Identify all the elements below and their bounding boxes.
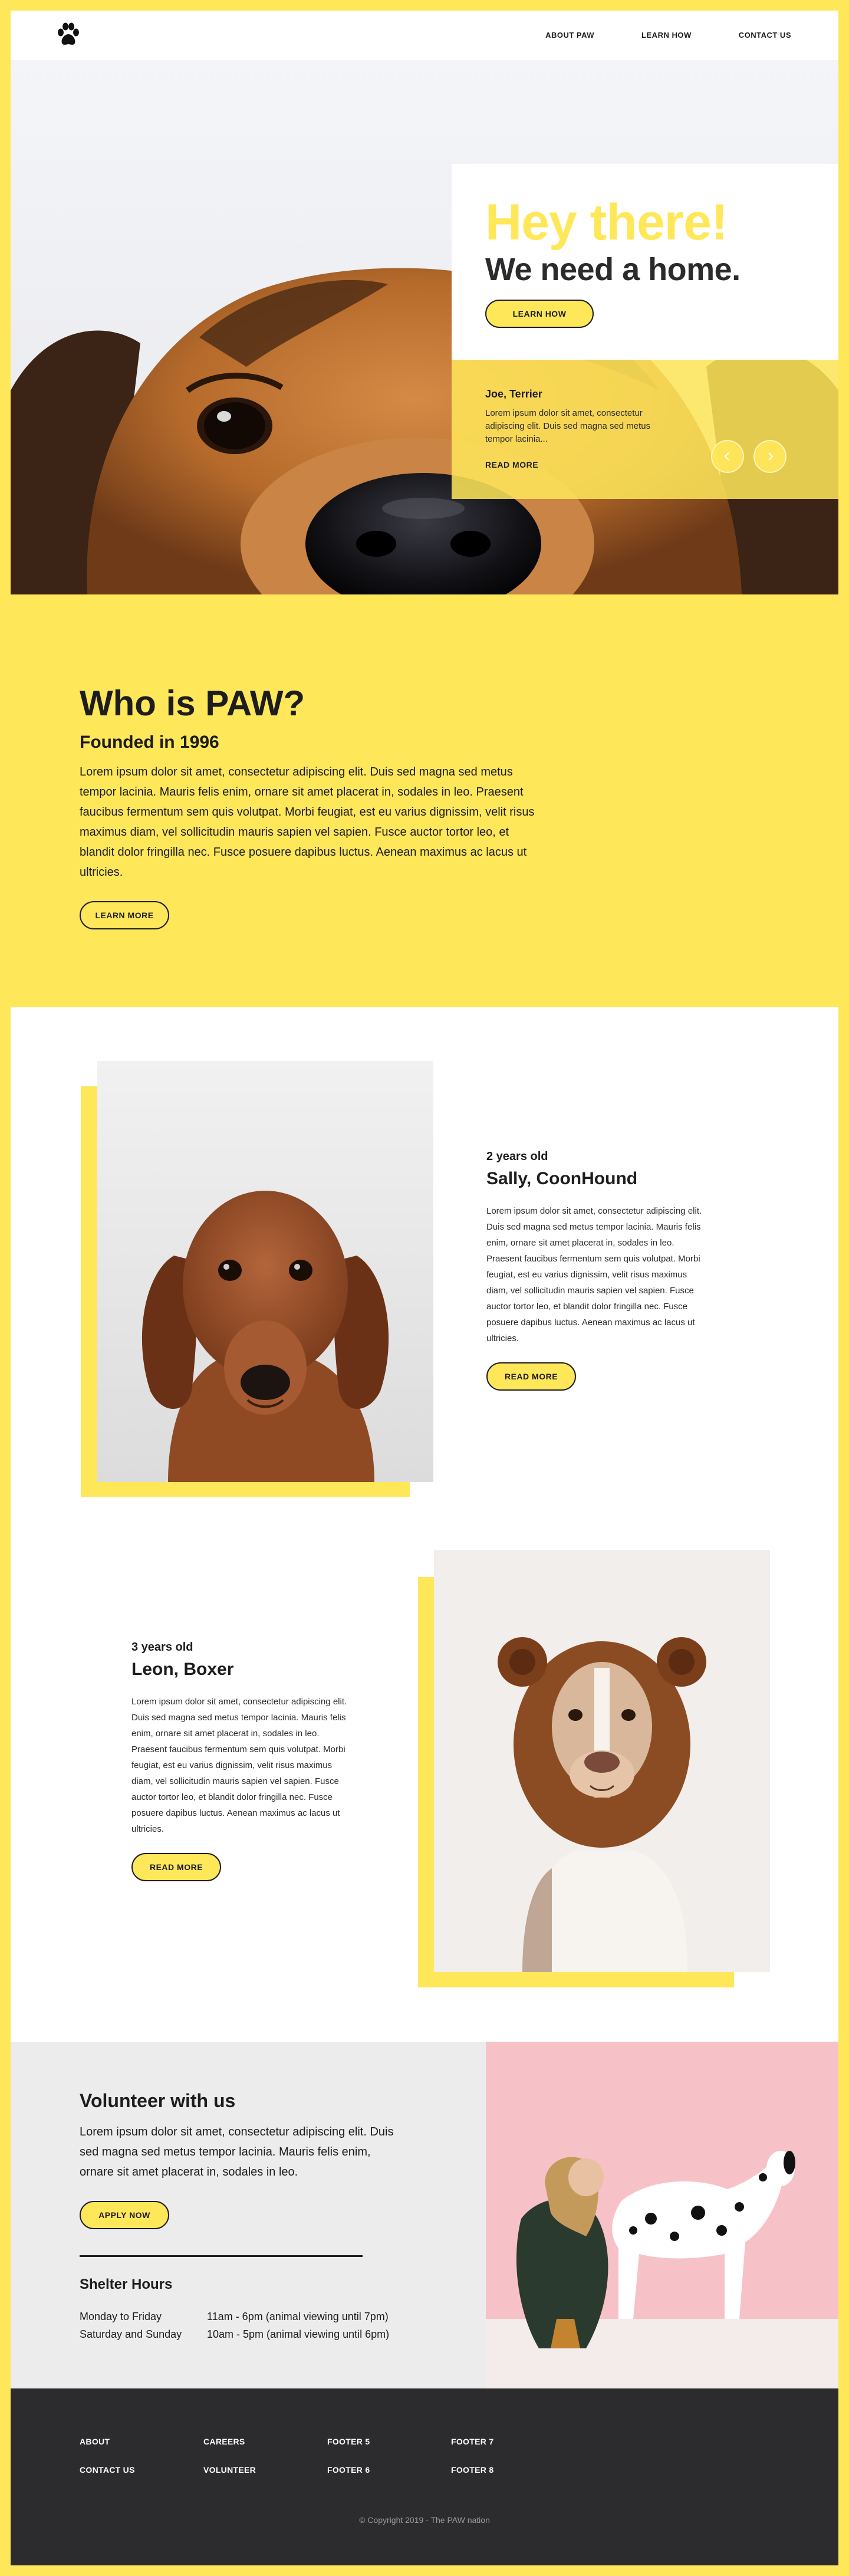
hours-day: Saturday and Sunday bbox=[80, 2328, 182, 2340]
nav-link-about[interactable]: ABOUT PAW bbox=[545, 31, 594, 40]
footer: ABOUT CAREERS FOOTER 5 FOOTER 7 CONTACT … bbox=[11, 2388, 838, 2565]
testimonial-card: Joe, Terrier Lorem ipsum dolor sit amet,… bbox=[452, 360, 838, 499]
top-nav: ABOUT PAW LEARN HOW CONTACT US bbox=[11, 11, 838, 60]
volunteer-photo bbox=[486, 2042, 838, 2388]
paw-icon[interactable] bbox=[57, 22, 80, 47]
learn-how-button[interactable]: LEARN HOW bbox=[485, 300, 594, 328]
footer-link-6[interactable]: FOOTER 6 bbox=[327, 2465, 370, 2475]
read-more-link[interactable]: READ MORE bbox=[485, 460, 538, 469]
hours-time: 11am - 6pm (animal viewing until 7pm) bbox=[207, 2311, 389, 2322]
volunteer-section: Volunteer with us Lorem ipsum dolor sit … bbox=[11, 2042, 838, 2388]
hours-row: Monday to Friday 11am - 6pm (animal view… bbox=[80, 2311, 389, 2323]
volunteer-text: Lorem ipsum dolor sit amet, consectetur … bbox=[80, 2125, 394, 2179]
read-more-button[interactable]: READ MORE bbox=[486, 1362, 576, 1391]
about-section: Who is PAW? Founded in 1996 Lorem ipsum … bbox=[11, 594, 838, 1007]
nav-links: ABOUT PAW LEARN HOW CONTACT US bbox=[545, 31, 791, 40]
sally-photo bbox=[97, 1061, 433, 1482]
dog-description: Lorem ipsum dolor sit amet, consectetur … bbox=[486, 1206, 702, 1343]
testimonial-name: Joe, Terrier bbox=[485, 388, 542, 400]
hours-time: 10am - 5pm (animal viewing until 6pm) bbox=[207, 2328, 390, 2340]
footer-link-5[interactable]: FOOTER 5 bbox=[327, 2437, 370, 2446]
learn-more-button[interactable]: LEARN MORE bbox=[80, 901, 169, 929]
read-more-button[interactable]: READ MORE bbox=[131, 1853, 221, 1881]
dog-age: 3 years old bbox=[131, 1641, 193, 1654]
apply-now-button[interactable]: APPLY NOW bbox=[80, 2201, 169, 2229]
divider bbox=[80, 2255, 363, 2257]
chevron-right-icon bbox=[768, 452, 774, 461]
hero-card: Hey there! We need a home. LEARN HOW bbox=[452, 164, 838, 360]
about-title: Who is PAW? bbox=[80, 684, 305, 723]
hours-day: Monday to Friday bbox=[80, 2311, 162, 2322]
nav-link-learn-how[interactable]: LEARN HOW bbox=[641, 31, 692, 40]
hours-row: Saturday and Sunday 10am - 5pm (animal v… bbox=[80, 2328, 389, 2341]
dogs-section: 2 years old Sally, CoonHound Lorem ipsum… bbox=[11, 1007, 838, 2042]
volunteer-title: Volunteer with us bbox=[80, 2090, 236, 2111]
leon-photo bbox=[434, 1550, 770, 1972]
about-subtitle: Founded in 1996 bbox=[80, 732, 219, 752]
footer-link-volunteer[interactable]: VOLUNTEER bbox=[203, 2465, 256, 2475]
footer-link-about[interactable]: ABOUT bbox=[80, 2437, 110, 2446]
chevron-left-icon bbox=[724, 452, 729, 461]
carousel-prev-button[interactable] bbox=[711, 440, 744, 473]
hero-section: Hey there! We need a home. LEARN HOW Joe… bbox=[11, 60, 838, 594]
testimonial-text: Lorem ipsum dolor sit amet, consectetur … bbox=[485, 408, 651, 444]
dog-name: Leon, Boxer bbox=[131, 1660, 234, 1679]
shelter-hours-title: Shelter Hours bbox=[80, 2276, 173, 2292]
dog-age: 2 years old bbox=[486, 1150, 548, 1163]
carousel-next-button[interactable] bbox=[753, 440, 787, 473]
dog-description: Lorem ipsum dolor sit amet, consectetur … bbox=[131, 1697, 347, 1834]
footer-link-careers[interactable]: CAREERS bbox=[203, 2437, 245, 2446]
dog-name: Sally, CoonHound bbox=[486, 1169, 638, 1188]
footer-link-8[interactable]: FOOTER 8 bbox=[451, 2465, 493, 2475]
footer-link-7[interactable]: FOOTER 7 bbox=[451, 2437, 493, 2446]
about-text: Lorem ipsum dolor sit amet, consectetur … bbox=[80, 765, 535, 879]
hero-title: Hey there! bbox=[485, 194, 728, 251]
copyright: © Copyright 2019 - The PAW nation bbox=[359, 2515, 490, 2525]
footer-link-contact[interactable]: CONTACT US bbox=[80, 2465, 135, 2475]
hero-subtitle: We need a home. bbox=[485, 252, 741, 287]
nav-link-contact[interactable]: CONTACT US bbox=[739, 31, 791, 40]
